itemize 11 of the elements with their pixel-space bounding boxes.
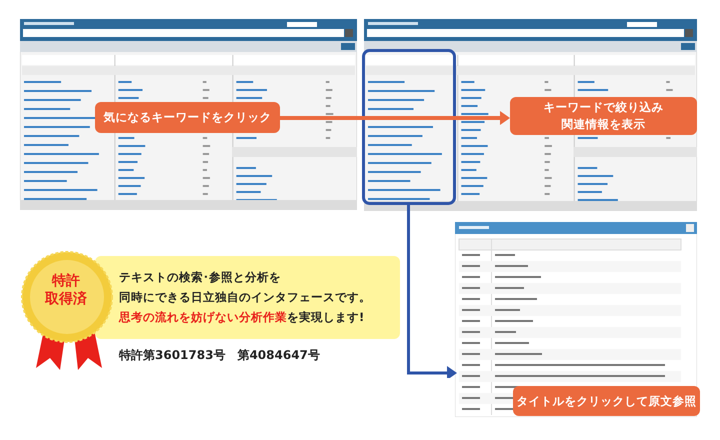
description-text: 同時にできる日立独自のインタフェースです。 (119, 290, 372, 305)
callout-text: キーワードで絞り込み (544, 100, 664, 115)
description-text: テキストの検索･参照と分析を (119, 270, 282, 285)
badge-text: 特許 (52, 272, 80, 290)
callout-text: タイトルをクリックして原文参照 (516, 394, 696, 408)
callout-text: 気になるキーワードをクリック (104, 110, 272, 125)
callout-text: 関連情報を表示 (562, 117, 646, 132)
award-badge-icon (20, 250, 115, 372)
description-text: 思考の流れを妨げない分析作業を実現します! (119, 310, 366, 325)
patent-numbers: 特許第3601783号 第4084647号 (119, 347, 320, 364)
badge-text: 取得済 (45, 290, 87, 308)
